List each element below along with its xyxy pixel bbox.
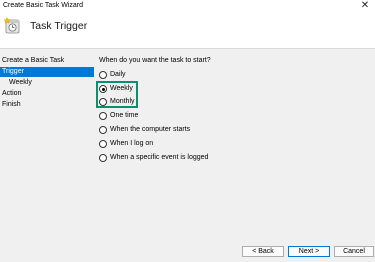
title-bar: Create Basic Task Wizard ✕	[0, 0, 375, 13]
step-action[interactable]: Action	[0, 89, 21, 99]
option-label: Daily	[110, 71, 126, 78]
cancel-button[interactable]: Cancel	[334, 246, 374, 257]
option-label: When I log on	[110, 140, 154, 147]
option-label: When the computer starts	[110, 126, 191, 133]
step-finish[interactable]: Finish	[0, 100, 21, 110]
back-button[interactable]: < Back	[242, 246, 284, 257]
step-label: Weekly	[9, 79, 32, 86]
step-create-basic-task[interactable]: Create a Basic Task	[0, 56, 64, 66]
wizard-body: Create a Basic Task Trigger Weekly Actio…	[0, 49, 375, 262]
step-label: Trigger	[2, 68, 24, 75]
step-trigger[interactable]: Trigger	[0, 67, 94, 77]
window-title: Create Basic Task Wizard	[3, 2, 84, 9]
radio-daily[interactable]	[99, 71, 107, 79]
step-label: Action	[2, 90, 22, 97]
option-label: One time	[110, 112, 139, 119]
task-scheduler-icon	[4, 17, 20, 34]
wizard-header: Task Trigger	[0, 13, 375, 48]
highlight-box	[96, 81, 138, 108]
page-title: Task Trigger	[30, 20, 88, 32]
step-label: Finish	[2, 101, 21, 108]
trigger-question: When do you want the task to start?	[99, 57, 211, 64]
radio-event-logged[interactable]	[99, 154, 107, 162]
radio-log-on[interactable]	[99, 140, 107, 148]
close-icon[interactable]: ✕	[359, 0, 371, 12]
step-weekly[interactable]: Weekly	[0, 78, 32, 88]
radio-computer-starts[interactable]	[99, 126, 107, 134]
radio-one-time[interactable]	[99, 112, 107, 120]
option-label: When a specific event is logged	[110, 154, 209, 161]
next-button[interactable]: Next >	[288, 246, 330, 257]
step-label: Create a Basic Task	[2, 57, 65, 64]
